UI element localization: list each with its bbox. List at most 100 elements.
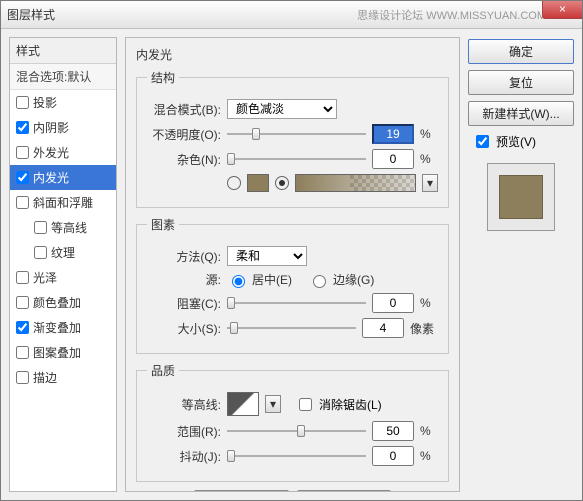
px-label: 像素 xyxy=(410,320,438,337)
sidebar-item-checkbox[interactable] xyxy=(16,296,29,309)
preview-box xyxy=(487,163,555,231)
close-button[interactable]: × xyxy=(542,1,582,19)
sidebar-item-label: 光泽 xyxy=(33,269,57,286)
elements-group: 图素 方法(Q): 柔和 源: 居中(E) 边缘(G) 阻塞(C): % xyxy=(136,216,449,354)
sidebar-item[interactable]: 颜色叠加 xyxy=(10,290,116,315)
noise-label: 杂色(N): xyxy=(147,151,221,168)
sidebar-item-label: 外发光 xyxy=(33,144,69,161)
gradient-picker[interactable] xyxy=(295,174,416,192)
source-edge-radio[interactable]: 边缘(G) xyxy=(308,271,374,288)
sidebar-item-label: 颜色叠加 xyxy=(33,294,81,311)
range-slider[interactable] xyxy=(227,422,366,440)
source-label: 源: xyxy=(147,271,221,288)
sidebar-item-checkbox[interactable] xyxy=(16,196,29,209)
blend-options-row[interactable]: 混合选项:默认 xyxy=(10,64,116,90)
style-list-header: 样式 xyxy=(10,38,116,64)
sidebar-item-label: 内发光 xyxy=(33,169,69,186)
sidebar-item-label: 图案叠加 xyxy=(33,344,81,361)
reset-default-button[interactable]: 复位为默认值 xyxy=(297,490,391,492)
choke-slider[interactable] xyxy=(227,294,366,312)
sidebar-item[interactable]: 纹理 xyxy=(10,240,116,265)
structure-legend: 结构 xyxy=(147,69,179,86)
ok-button[interactable]: 确定 xyxy=(468,39,574,64)
make-default-button[interactable]: 设置为默认值 xyxy=(194,490,288,492)
pct-label: % xyxy=(420,296,438,310)
sidebar-item-checkbox[interactable] xyxy=(16,146,29,159)
sidebar-item-checkbox[interactable] xyxy=(16,171,29,184)
watermark-text: 思缘设计论坛 WWW.MISSYUAN.COM xyxy=(357,7,546,23)
pct-label: % xyxy=(420,424,438,438)
sidebar-item[interactable]: 外发光 xyxy=(10,140,116,165)
sidebar-item-label: 纹理 xyxy=(51,244,75,261)
size-label: 大小(S): xyxy=(147,320,221,337)
center-panel: 内发光 结构 混合模式(B): 颜色减淡 不透明度(O): % 杂色(N): xyxy=(125,37,460,492)
layer-style-dialog: 图层样式 思缘设计论坛 WWW.MISSYUAN.COM × 样式 混合选项:默… xyxy=(0,0,583,501)
sidebar-item-label: 投影 xyxy=(33,94,57,111)
sidebar-item[interactable]: 渐变叠加 xyxy=(10,315,116,340)
pct-label: % xyxy=(420,449,438,463)
source-center-radio[interactable]: 居中(E) xyxy=(227,271,292,288)
opacity-input[interactable] xyxy=(372,124,414,144)
sidebar-item[interactable]: 等高线 xyxy=(10,215,116,240)
jitter-input[interactable] xyxy=(372,446,414,466)
style-list: 样式 混合选项:默认 投影内阴影外发光内发光斜面和浮雕等高线纹理光泽颜色叠加渐变… xyxy=(9,37,117,492)
sidebar-item-checkbox[interactable] xyxy=(34,221,47,234)
size-input[interactable] xyxy=(362,318,404,338)
sidebar-item-label: 描边 xyxy=(33,369,57,386)
jitter-slider[interactable] xyxy=(227,447,366,465)
sidebar-item[interactable]: 斜面和浮雕 xyxy=(10,190,116,215)
sidebar-item-checkbox[interactable] xyxy=(16,271,29,284)
sidebar-item[interactable]: 内阴影 xyxy=(10,115,116,140)
opacity-slider[interactable] xyxy=(227,125,366,143)
sidebar-item-checkbox[interactable] xyxy=(16,346,29,359)
sidebar-item-checkbox[interactable] xyxy=(34,246,47,259)
preview-swatch xyxy=(499,175,543,219)
size-slider[interactable] xyxy=(227,319,356,337)
sidebar-item-label: 斜面和浮雕 xyxy=(33,194,93,211)
sidebar-item-label: 渐变叠加 xyxy=(33,319,81,336)
range-input[interactable] xyxy=(372,421,414,441)
sidebar-item-label: 内阴影 xyxy=(33,119,69,136)
contour-picker[interactable] xyxy=(227,392,259,416)
preview-checkbox[interactable]: 预览(V) xyxy=(468,132,574,151)
method-select[interactable]: 柔和 xyxy=(227,246,307,266)
range-label: 范围(R): xyxy=(147,423,221,440)
pct-label: % xyxy=(420,152,438,166)
titlebar: 图层样式 思缘设计论坛 WWW.MISSYUAN.COM × xyxy=(1,1,582,29)
contour-label: 等高线: xyxy=(147,396,221,413)
sidebar-item-checkbox[interactable] xyxy=(16,321,29,334)
pct-label: % xyxy=(420,127,438,141)
choke-label: 阻塞(C): xyxy=(147,295,221,312)
quality-legend: 品质 xyxy=(147,362,179,379)
blend-mode-select[interactable]: 颜色减淡 xyxy=(227,99,337,119)
gradient-dropdown-icon[interactable]: ▾ xyxy=(422,174,438,192)
blend-mode-label: 混合模式(B): xyxy=(147,101,221,118)
sidebar-item-checkbox[interactable] xyxy=(16,371,29,384)
gradient-radio[interactable] xyxy=(275,176,289,190)
elements-legend: 图素 xyxy=(147,216,179,233)
panel-title: 内发光 xyxy=(136,46,449,63)
opacity-label: 不透明度(O): xyxy=(147,126,221,143)
glow-color-swatch[interactable] xyxy=(247,174,269,192)
sidebar-item-label: 等高线 xyxy=(51,219,87,236)
new-style-button[interactable]: 新建样式(W)... xyxy=(468,101,574,126)
jitter-label: 抖动(J): xyxy=(147,448,221,465)
color-radio[interactable] xyxy=(227,176,241,190)
contour-dropdown-icon[interactable]: ▾ xyxy=(265,395,281,413)
window-title: 图层样式 xyxy=(7,6,55,23)
antialias-checkbox[interactable]: 消除锯齿(L) xyxy=(295,395,382,414)
choke-input[interactable] xyxy=(372,293,414,313)
noise-input[interactable] xyxy=(372,149,414,169)
noise-slider[interactable] xyxy=(227,150,366,168)
sidebar-item[interactable]: 投影 xyxy=(10,90,116,115)
cancel-button[interactable]: 复位 xyxy=(468,70,574,95)
sidebar-item[interactable]: 内发光 xyxy=(10,165,116,190)
right-panel: 确定 复位 新建样式(W)... 预览(V) xyxy=(468,37,574,492)
method-label: 方法(Q): xyxy=(147,248,221,265)
quality-group: 品质 等高线: ▾ 消除锯齿(L) 范围(R): % 抖动(J): xyxy=(136,362,449,482)
sidebar-item[interactable]: 描边 xyxy=(10,365,116,390)
sidebar-item-checkbox[interactable] xyxy=(16,96,29,109)
sidebar-item[interactable]: 图案叠加 xyxy=(10,340,116,365)
sidebar-item[interactable]: 光泽 xyxy=(10,265,116,290)
sidebar-item-checkbox[interactable] xyxy=(16,121,29,134)
